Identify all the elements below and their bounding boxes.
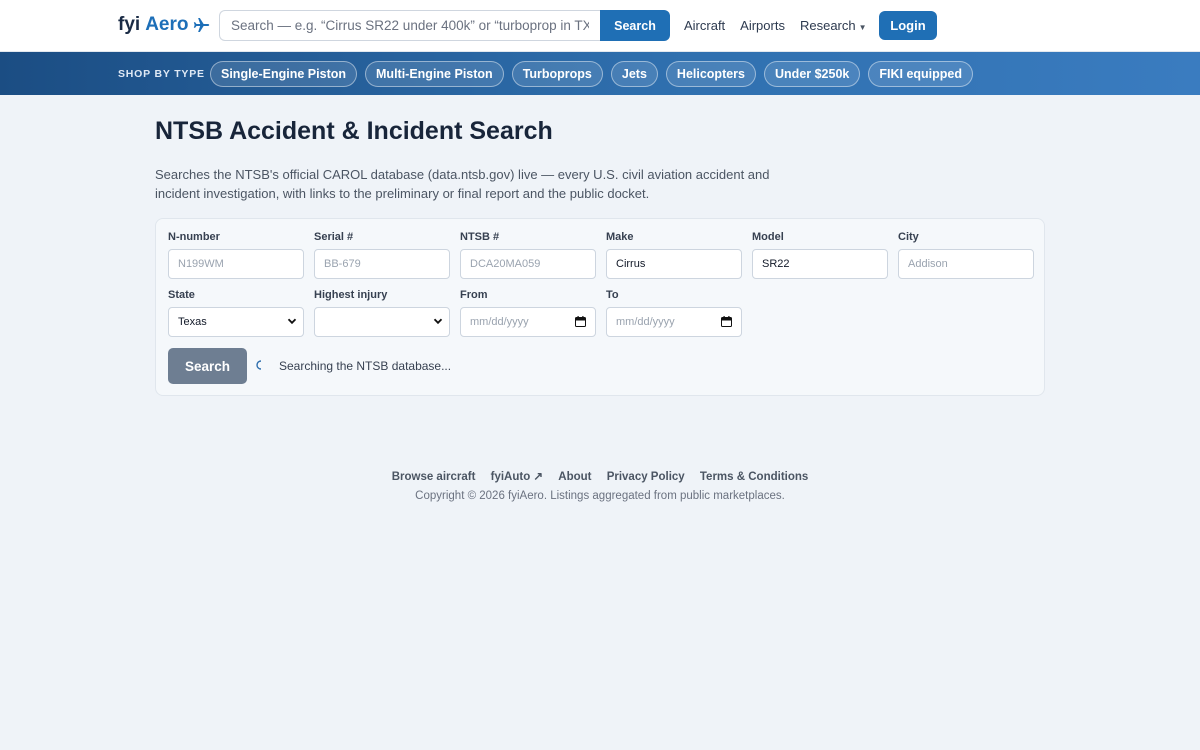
- field-state: State Texas: [168, 289, 304, 337]
- make-label: Make: [606, 231, 634, 243]
- type-chips: Single-Engine Piston Multi-Engine Piston…: [210, 61, 981, 87]
- footer-copyright: Copyright © 2026 fyiAero. Listings aggre…: [415, 490, 785, 502]
- global-search: Search: [219, 10, 670, 41]
- state-select-wrap: Texas: [168, 307, 304, 337]
- search-status-text: Searching the NTSB database...: [279, 359, 452, 373]
- n-number-label: N-number: [168, 231, 220, 243]
- field-to-date: To: [606, 289, 742, 337]
- global-search-input[interactable]: [219, 10, 600, 41]
- nav-aircraft[interactable]: Aircraft: [684, 18, 725, 33]
- spinner-icon: [256, 360, 262, 370]
- airplane-icon: [194, 18, 210, 32]
- from-date-input[interactable]: [460, 307, 596, 337]
- footer-privacy-policy[interactable]: Privacy Policy: [607, 471, 685, 483]
- ntsb-search-button[interactable]: Search: [168, 348, 247, 384]
- from-date-label: From: [460, 289, 488, 301]
- login-button[interactable]: Login: [879, 11, 937, 40]
- ntsb-number-input[interactable]: [460, 249, 596, 279]
- shop-by-type-label: SHOP BY TYPE: [118, 68, 205, 80]
- model-input[interactable]: [752, 249, 888, 279]
- field-city: City: [898, 231, 1034, 279]
- nav-research-label: Research: [799, 18, 856, 33]
- footer-about[interactable]: About: [558, 471, 591, 483]
- highest-injury-label: Highest injury: [314, 289, 388, 301]
- chip-multi-engine-piston[interactable]: Multi-Engine Piston: [365, 61, 504, 87]
- to-date-wrap: [606, 307, 742, 337]
- field-n-number: N-number: [168, 231, 304, 279]
- field-from-date: From: [460, 289, 596, 337]
- make-input[interactable]: [606, 249, 742, 279]
- page-description: Searches the NTSB's official CAROL datab…: [155, 167, 770, 201]
- n-number-input[interactable]: [168, 249, 304, 279]
- logo-aero: Aero: [145, 14, 189, 35]
- nav-airports[interactable]: Airports: [740, 18, 785, 33]
- to-date-input[interactable]: [606, 307, 742, 337]
- chip-single-engine-piston[interactable]: Single-Engine Piston: [210, 61, 358, 87]
- main-nav: Aircraft Airports Research ▼: [684, 18, 882, 33]
- nav-research[interactable]: Research ▼: [800, 18, 867, 33]
- field-ntsb-number: NTSB #: [460, 231, 596, 279]
- to-date-label: To: [606, 289, 619, 301]
- model-label: Model: [752, 231, 784, 243]
- global-search-button[interactable]: Search: [600, 10, 670, 41]
- field-model: Model: [752, 231, 888, 279]
- state-select[interactable]: Texas: [168, 307, 304, 337]
- chevron-down-icon: ▼: [858, 23, 867, 32]
- serial-label: Serial #: [314, 231, 354, 243]
- city-label: City: [898, 231, 919, 243]
- chip-jets[interactable]: Jets: [610, 61, 658, 87]
- state-label: State: [168, 289, 195, 301]
- field-make: Make: [606, 231, 742, 279]
- highest-injury-select[interactable]: [314, 307, 450, 337]
- chip-helicopters[interactable]: Helicopters: [665, 61, 757, 87]
- city-input[interactable]: [898, 249, 1034, 279]
- field-serial: Serial #: [314, 231, 450, 279]
- logo-fyi: fyi: [118, 14, 141, 35]
- field-highest-injury: Highest injury: [314, 289, 450, 337]
- injury-select-wrap: [314, 307, 450, 337]
- main-content: NTSB Accident & Incident Search Searches…: [155, 117, 1045, 396]
- ntsb-search-form: N-number Serial # NTSB # Make Model City…: [155, 218, 1045, 396]
- ntsb-number-label: NTSB #: [460, 231, 500, 243]
- chip-fiki-equipped[interactable]: FIKI equipped: [868, 61, 974, 87]
- chip-under-250k[interactable]: Under $250k: [764, 61, 861, 87]
- top-header: fyi Aero Search Aircraft Airports Resear…: [0, 0, 1200, 52]
- chip-turboprops[interactable]: Turboprops: [511, 61, 603, 87]
- site-logo[interactable]: fyi Aero: [118, 14, 210, 36]
- footer-browse-aircraft[interactable]: Browse aircraft: [392, 471, 476, 483]
- footer-terms[interactable]: Terms & Conditions: [700, 471, 808, 483]
- serial-input[interactable]: [314, 249, 450, 279]
- shop-by-type-bar: SHOP BY TYPE Single-Engine Piston Multi-…: [0, 52, 1200, 95]
- footer-links: Browse aircraft fyiAuto ↗ About Privacy …: [0, 469, 1200, 483]
- page-title: NTSB Accident & Incident Search: [155, 117, 553, 145]
- footer-fyiauto[interactable]: fyiAuto ↗: [491, 471, 543, 483]
- from-date-wrap: [460, 307, 596, 337]
